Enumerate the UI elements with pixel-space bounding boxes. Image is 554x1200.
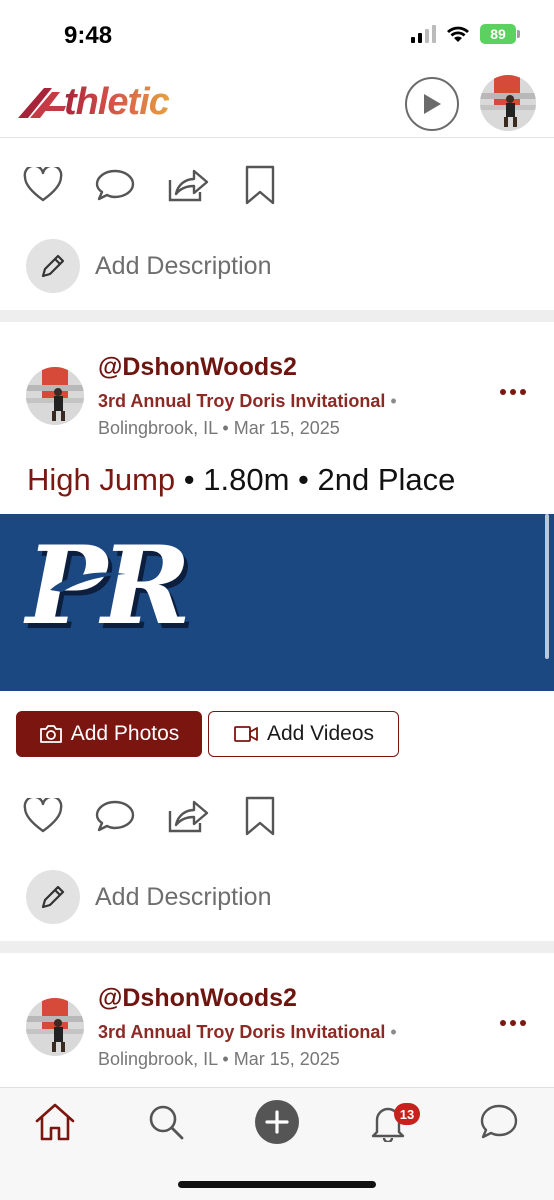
add-description-row[interactable]: Add Description [26,238,271,294]
pr-swoosh-icon [50,572,126,592]
profile-avatar[interactable] [480,75,536,131]
media-buttons: Add Photos Add Videos [16,711,536,757]
post-header: @DshonWoods2 3rd Annual Troy Doris Invit… [0,351,554,441]
post-meet-name[interactable]: 3rd Annual Troy Doris Invitational • [98,391,397,412]
post-username[interactable]: @DshonWoods2 [98,984,297,1013]
more-dot-icon [520,1020,526,1026]
add-description-text: Add Description [95,251,272,280]
event-name[interactable]: High Jump [27,462,175,497]
meet-name-text: 3rd Annual Troy Doris Invitational [98,1022,386,1042]
comment-button[interactable] [93,794,137,838]
result-line: High Jump • 1.80m • 2nd Place [27,462,455,498]
post-avatar[interactable] [26,367,84,425]
app-header: thletic [0,70,554,138]
pencil-icon [26,239,80,293]
more-dot-icon [510,1020,516,1026]
add-description-row[interactable]: Add Description [26,869,271,925]
share-icon [168,800,209,833]
share-button[interactable] [166,794,210,838]
tab-messages[interactable] [477,1100,521,1144]
add-videos-label: Add Videos [266,722,375,745]
add-photos-button[interactable]: Add Photos [16,711,202,757]
like-button[interactable] [21,163,65,207]
bookmark-button[interactable] [238,794,282,838]
video-camera-icon [234,726,258,742]
result-details: • 1.80m • 2nd Place [175,462,456,497]
wifi-icon [447,26,469,42]
share-button[interactable] [166,163,210,207]
post-header: @DshonWoods2 3rd Annual Troy Doris Invit… [0,982,554,1072]
post-location-date: Bolingbrook, IL • Mar 15, 2025 [98,1049,340,1069]
tab-add[interactable] [255,1100,299,1144]
more-dot-icon [510,389,516,395]
more-options-button[interactable] [500,389,526,395]
comment-button[interactable] [93,163,137,207]
post-actions [0,153,554,213]
post-avatar[interactable] [26,998,84,1056]
bookmark-icon [245,796,275,836]
add-photos-label: Add Photos [70,722,180,745]
notification-badge: 13 [394,1103,420,1125]
comment-icon [95,169,135,201]
status-time: 9:48 [64,22,113,49]
avatar-photo-icon [26,998,84,1056]
meet-separator: • [390,391,397,411]
home-icon [35,1103,75,1141]
post-meet-name[interactable]: 3rd Annual Troy Doris Invitational • [98,1022,397,1043]
post-actions [0,784,554,844]
scrollbar[interactable] [545,514,549,659]
pencil-icon [26,870,80,924]
avatar-photo-icon [26,367,84,425]
athletic-logo[interactable]: thletic [16,78,170,126]
card-separator [0,310,554,322]
messages-icon [480,1104,518,1139]
tab-search[interactable] [144,1100,188,1144]
home-indicator [178,1181,376,1188]
add-videos-button[interactable]: Add Videos [208,711,399,757]
play-icon [424,94,441,114]
feed[interactable]: Add Description @DshonWoods2 3rd Annual … [0,139,554,1087]
add-description-text: Add Description [95,882,272,911]
more-dot-icon [500,1020,506,1026]
heart-icon [23,167,63,202]
tab-home[interactable] [33,1100,77,1144]
pr-banner-image[interactable]: PR [0,514,554,691]
battery-icon: 89 [480,24,520,44]
camera-icon [39,725,62,743]
signal-icon [411,25,436,43]
post-username[interactable]: @DshonWoods2 [98,353,297,382]
add-icon [255,1100,299,1144]
tab-bar: 13 [0,1087,554,1200]
heart-icon [23,798,63,833]
search-icon [149,1105,184,1140]
meet-separator: • [390,1022,397,1042]
status-bar: 9:48 89 [0,0,554,70]
play-button[interactable] [405,77,459,131]
meet-name-text: 3rd Annual Troy Doris Invitational [98,391,386,411]
card-separator [0,941,554,953]
bookmark-button[interactable] [238,163,282,207]
status-icons: 89 [411,24,520,44]
more-dot-icon [500,389,506,395]
bookmark-icon [245,165,275,205]
comment-icon [95,800,135,832]
logo-mark-icon [18,88,66,118]
share-icon [168,169,209,202]
like-button[interactable] [21,794,65,838]
post-location-date: Bolingbrook, IL • Mar 15, 2025 [98,418,340,438]
more-options-button[interactable] [500,1020,526,1026]
logo-text: thletic [64,80,170,123]
more-dot-icon [520,389,526,395]
avatar-photo-icon [480,75,536,131]
